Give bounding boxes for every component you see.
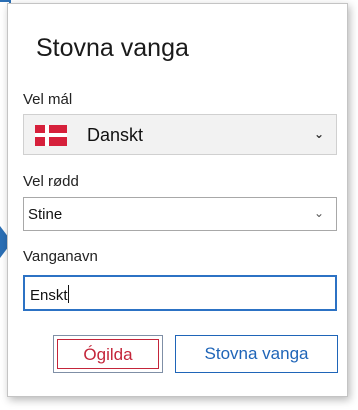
language-label: Vel mál — [23, 91, 73, 108]
deck-name-input[interactable]: Enskt — [23, 275, 337, 311]
create-deck-dialog: Stovna vanga Vel mál Danskt ⌄ Vel rødd S… — [7, 3, 348, 397]
chevron-down-icon: ⌄ — [313, 127, 324, 141]
voice-selected-value: Stine — [28, 206, 63, 223]
create-deck-button[interactable]: Stovna vanga — [175, 335, 338, 373]
voice-select[interactable]: Stine ⌄ — [23, 197, 337, 231]
voice-label: Vel rødd — [23, 173, 79, 190]
language-selected-value: Danskt — [87, 125, 144, 145]
deck-name-value: Enskt — [30, 287, 68, 304]
background-window-edge-top — [0, 0, 9, 2]
cancel-button[interactable]: Ógilda — [53, 335, 163, 373]
language-select[interactable]: Danskt ⌄ — [23, 114, 337, 155]
denmark-flag-icon — [35, 125, 67, 146]
deck-name-label: Vanganavn — [23, 248, 98, 265]
chevron-down-icon: ⌄ — [313, 206, 324, 220]
cancel-button-label: Ógilda — [57, 339, 159, 369]
dialog-title: Stovna vanga — [36, 34, 189, 62]
text-caret — [67, 285, 69, 303]
